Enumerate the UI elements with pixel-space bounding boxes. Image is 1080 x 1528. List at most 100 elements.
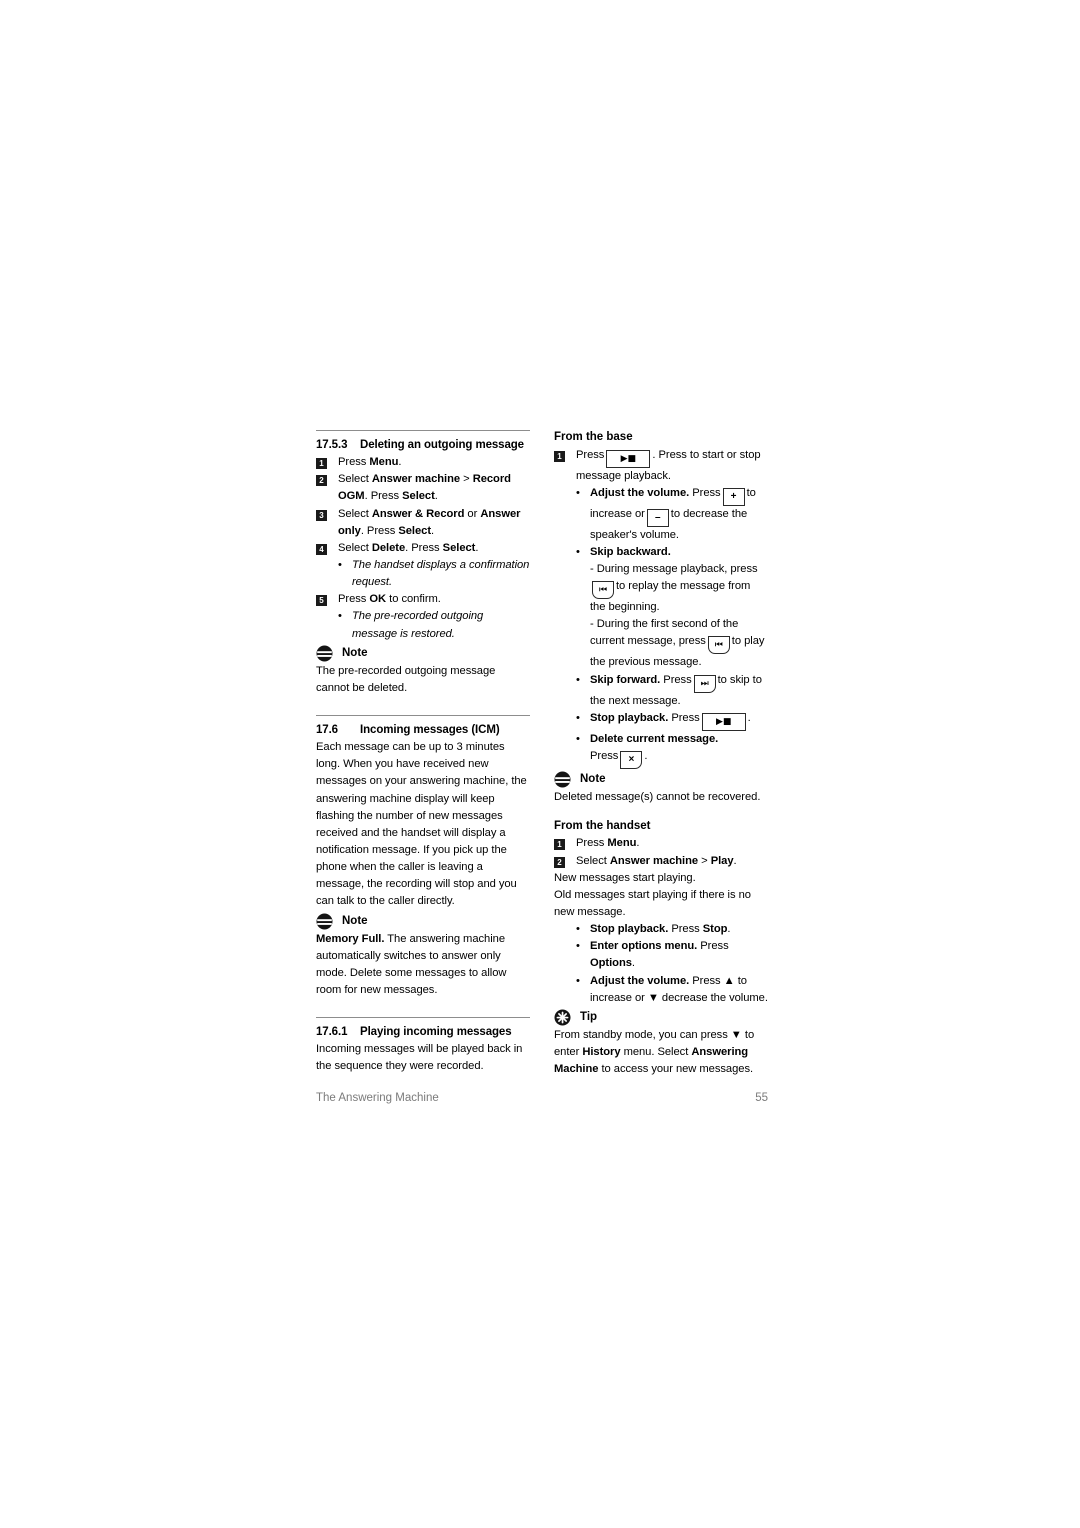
bullet-rest: Press Stop.: [668, 923, 731, 936]
bullet-text: Skip forward. Press ⏭ to skip to the next …: [590, 672, 768, 710]
bullet-dot: •: [576, 486, 580, 499]
section-divider: [316, 715, 530, 716]
bullet-label: Skip forward.: [590, 673, 661, 686]
bullet-label: Stop playback.: [590, 711, 669, 724]
step-text: Select Answer machine > Record OGM. Pres…: [338, 473, 511, 503]
note-callout-header: Note: [316, 645, 530, 662]
skip-backward-detail-2: - During the first second of the current…: [590, 616, 768, 671]
minus-key[interactable]: –: [646, 508, 669, 527]
bullet-dot: •: [576, 673, 580, 686]
step-item: 5 Press OK to confirm.: [316, 591, 530, 608]
section-title: Incoming messages (ICM): [360, 724, 500, 736]
step-item: 1 Press Menu.: [554, 835, 768, 852]
step-text: Press OK to confirm.: [338, 593, 441, 606]
bullet-dot: •: [576, 711, 580, 724]
step-text: Press Menu.: [576, 837, 640, 850]
text-post: .: [747, 711, 751, 724]
section-body: Incoming messages will be played back in…: [316, 1043, 523, 1073]
bullet-dot: •: [338, 610, 342, 623]
x-glyph: ×: [628, 753, 635, 765]
bullet-stop-playback: • Stop playback. Press ▶■.: [554, 710, 768, 731]
section-divider: [316, 430, 530, 431]
play-stop-key[interactable]: ▶■: [701, 712, 746, 731]
bullet-dot: •: [576, 732, 580, 745]
step-text: Select Delete. Press Select.: [338, 541, 479, 554]
bullet-label: Adjust the volume.: [590, 974, 690, 987]
bullet-text: Delete current message.: [590, 731, 768, 748]
step-text-pre: Press: [576, 448, 605, 461]
page-footer: The Answering Machine 55: [316, 1092, 768, 1104]
step-item: 2 Select Answer machine > Play.: [554, 853, 768, 870]
step-item: 4 Select Delete. Press Select.: [316, 540, 530, 557]
play-stop-key[interactable]: ▶■: [606, 449, 651, 468]
step-badge: 2: [554, 856, 565, 868]
bullet-dot: •: [576, 940, 580, 953]
tip-title: Tip: [580, 1011, 598, 1024]
text-1: Press: [689, 486, 721, 499]
heading-17-6: 17.6 Incoming messages (ICM): [316, 723, 530, 738]
skip-backward-key[interactable]: ⏮: [707, 636, 730, 655]
section-body: Each message can be up to 3 minutes long…: [316, 741, 527, 908]
section-number: 17.6.1: [316, 1026, 348, 1039]
dash-post: to replay the message from the beginning…: [590, 580, 751, 614]
bullet-dot: •: [338, 559, 342, 572]
bullet-label: Delete current message.: [590, 732, 719, 745]
page-number: 55: [755, 1092, 768, 1104]
delete-current-press-line: Press ×.: [590, 748, 768, 769]
heading-from-the-handset: From the handset: [554, 819, 651, 832]
skip-backward-glyph: ⏮: [598, 585, 608, 596]
handset-para-2: Old messages start playing if there is n…: [554, 888, 751, 918]
heading-17-5-3: 17.5.3 Deleting an outgoing message: [316, 438, 530, 453]
bullet-text: The pre-recorded outgoing message is res…: [352, 610, 484, 640]
step-text: Select Answer & Record or Answer only. P…: [338, 507, 521, 537]
bullet-item: • Adjust the volume. Press ▲ to increase…: [554, 973, 768, 1007]
handset-para-1: New messages start playing.: [554, 871, 696, 884]
play-stop-glyph: ▶■: [715, 716, 732, 727]
step-text: Press ▶■. Press to start or stop message …: [576, 447, 768, 485]
bullet-label: Skip backward.: [590, 545, 671, 558]
bullet-dot: •: [576, 545, 580, 558]
section-divider: [316, 1017, 530, 1019]
step-badge: 5: [316, 595, 327, 607]
skip-backward-key[interactable]: ⏮: [592, 581, 614, 600]
play-stop-glyph: ▶■: [620, 453, 637, 464]
plus-key[interactable]: +: [722, 487, 745, 506]
bullet-delete-current: • Delete current message.: [554, 731, 768, 748]
step-item: 2 Select Answer machine > Record OGM. Pr…: [316, 471, 530, 505]
minus-glyph: –: [655, 511, 661, 523]
left-column: 17.5.3 Deleting an outgoing message 1 Pr…: [316, 430, 530, 1076]
footer-section-label: The Answering Machine: [316, 1092, 439, 1104]
text-post: .: [644, 749, 648, 762]
note-body: The pre-recorded outgoing message cannot…: [316, 664, 496, 694]
step-item: 1 Press Menu.: [316, 454, 530, 471]
note-icon: [554, 771, 571, 788]
dash-pre: - During message playback, press: [590, 562, 758, 575]
text-pre: Press: [660, 673, 692, 686]
tip-body: From standby mode, you can press ▼ to en…: [554, 1028, 755, 1076]
bullet-text: Stop playback. Press ▶■.: [590, 710, 768, 731]
text-pre: Press: [590, 749, 619, 762]
bullet-dot: •: [576, 974, 580, 987]
note-callout-header: Note: [316, 913, 530, 930]
right-column: From the base 1 Press ▶■. Press to start …: [554, 430, 768, 1078]
plus-glyph: +: [730, 490, 737, 502]
bullet-text: Adjust the volume. Press ▲ to increase o…: [590, 973, 768, 1007]
text-pre: Press: [668, 711, 700, 724]
bullet-text: Skip backward.: [590, 544, 768, 561]
bullet-text: The handset displays a confirmation requ…: [352, 559, 530, 589]
skip-forward-key[interactable]: ⏭: [693, 674, 716, 693]
bullet-item: • Enter options menu. Press Options.: [554, 938, 768, 972]
bullet-label: Enter options menu.: [590, 940, 698, 953]
section-title: Deleting an outgoing message: [360, 439, 524, 451]
bullet-text: Adjust the volume. Press + to increase or –…: [590, 485, 768, 544]
note-icon: [316, 645, 333, 662]
bullet-skip-forward: • Skip forward. Press ⏭ to skip to the nex…: [554, 672, 768, 710]
delete-x-key[interactable]: ×: [620, 750, 643, 769]
step-item: 3 Select Answer & Record or Answer only.…: [316, 506, 530, 540]
step-badge: 2: [316, 475, 327, 487]
tip-icon: [554, 1009, 571, 1026]
note-title: Note: [342, 915, 368, 928]
bullet-skip-backward: • Skip backward.: [554, 544, 768, 561]
bullet-item: • The handset displays a confirmation re…: [316, 557, 530, 591]
